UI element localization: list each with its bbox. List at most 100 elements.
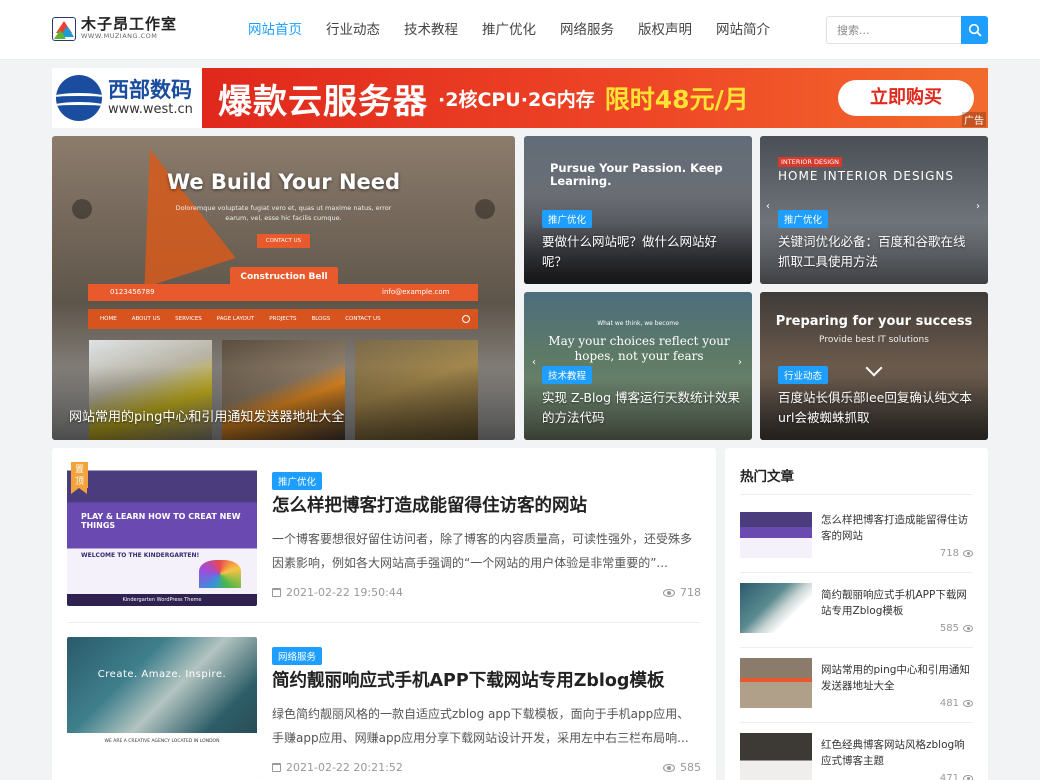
logo-text: 木子昂工作室 WWW.MUZIANG.COM xyxy=(81,16,177,41)
article-excerpt: 一个博客要想很好留住访问者，除了博客的内容质量高，可读性强外，还受殊多因素影响，… xyxy=(272,532,693,570)
article-title[interactable]: 怎么样把博客打造成能留得住访客的网站 xyxy=(272,492,587,517)
article-category-tag[interactable]: 推广优化 xyxy=(272,472,323,490)
ad-brand: 西部数码 www.west.cn xyxy=(52,68,202,128)
card-title[interactable]: 关键词优化必备：百度和谷歌在线抓取工具使用方法 xyxy=(778,232,976,272)
slider-image-contact-bar: 0123456789 info@example.com xyxy=(88,284,478,301)
slider-menu-item: SERVICES xyxy=(175,316,202,322)
ad-buy-button[interactable]: 立即购买 xyxy=(838,80,974,116)
site-logo[interactable]: 木子昂工作室 WWW.MUZIANG.COM xyxy=(52,16,177,41)
ad-price: 限时48元/月 xyxy=(604,85,749,114)
ad-banner[interactable]: 西部数码 www.west.cn 爆款云服务器 ·2核CPU·2G内存 限时48… xyxy=(52,68,988,128)
nav-item-home[interactable]: 网站首页 xyxy=(236,0,314,60)
article-date-text: 2021-02-22 19:50:44 xyxy=(286,586,403,599)
hot-article-title[interactable]: 怎么样把博客打造成能留得住访客的网站 xyxy=(821,512,973,544)
article-thumbnail[interactable]: Create. Amaze. Inspire. WE ARE A CREATIV… xyxy=(67,637,257,780)
article-views-count: 718 xyxy=(680,586,701,599)
ad-content: 爆款云服务器 ·2核CPU·2G内存 限时48元/月 立即购买 广告 xyxy=(202,68,988,128)
article-title[interactable]: 简约靓丽响应式手机APP下载网站专用Zblog模板 xyxy=(272,667,664,692)
slider-image-button: CONTACT US xyxy=(257,234,310,248)
thumb-image-footer: WE ARE A CREATIVE AGENCY LOCATED IN LOND… xyxy=(104,739,220,744)
hot-article-item[interactable]: 简约靓丽响应式手机APP下载网站专用Zblog模板 585 xyxy=(740,583,973,648)
card-image-text: HOME INTERIOR DESIGNS xyxy=(778,169,954,183)
pencils-graphic xyxy=(199,560,241,588)
hot-article-thumbnail[interactable] xyxy=(740,658,812,708)
hot-article-thumbnail[interactable] xyxy=(740,733,812,780)
calendar-icon xyxy=(272,763,281,772)
nav-item-industry[interactable]: 行业动态 xyxy=(314,0,392,60)
views-count: 471 xyxy=(939,773,959,780)
ad-specs: ·2核CPU·2G内存 xyxy=(438,88,595,111)
card-category-tag[interactable]: 技术教程 xyxy=(542,366,593,384)
hot-article-item[interactable]: 红色经典博客网站风格zblog响应式博客主题 471 xyxy=(740,733,973,780)
search-icon xyxy=(968,23,981,37)
chevron-right-icon: › xyxy=(738,357,742,368)
calendar-icon xyxy=(272,588,281,597)
card-category-tag[interactable]: 行业动态 xyxy=(778,366,829,384)
card-image-label: What we think, we become xyxy=(597,320,679,327)
thumb-image-subtext: WELCOME TO THE KINDERGARTEN! xyxy=(81,552,200,559)
article-category-tag[interactable]: 网络服务 xyxy=(272,647,323,665)
chevron-right-icon: › xyxy=(976,201,980,212)
slider-prev-button[interactable] xyxy=(72,199,92,219)
search-box xyxy=(826,16,988,44)
hot-article-thumbnail[interactable] xyxy=(740,583,812,633)
site-header: 木子昂工作室 WWW.MUZIANG.COM 网站首页 行业动态 技术教程 推广… xyxy=(0,0,1040,60)
card-title[interactable]: 要做什么网站呢？做什么网站好呢？ xyxy=(542,232,740,272)
eye-icon xyxy=(663,763,675,772)
featured-card[interactable]: Preparing for your success Provide best … xyxy=(760,292,988,440)
nav-item-copyright[interactable]: 版权声明 xyxy=(626,0,704,60)
card-image-subtext: Provide best IT solutions xyxy=(819,335,929,345)
chevron-down-icon xyxy=(865,359,883,377)
nav-item-about[interactable]: 网站简介 xyxy=(704,0,782,60)
hot-article-title[interactable]: 红色经典博客网站风格zblog响应式博客主题 xyxy=(821,737,973,769)
article-item: PLAY & LEARN HOW TO CREAT NEW THINGS WEL… xyxy=(67,462,701,623)
card-category-tag[interactable]: 推广优化 xyxy=(542,210,593,228)
article-date-text: 2021-02-22 20:21:52 xyxy=(286,761,403,774)
hot-article-item[interactable]: 怎么样把博客打造成能留得住访客的网站 718 xyxy=(740,508,973,573)
search-button[interactable] xyxy=(961,16,988,44)
thumb-image-text: Create. Amaze. Inspire. xyxy=(97,669,227,680)
nav-item-tutorials[interactable]: 技术教程 xyxy=(392,0,470,60)
card-image-text: Pursue Your Passion. Keep Learning. xyxy=(550,161,723,188)
slider-menu-item: CONTACT US xyxy=(345,316,381,322)
slider-caption[interactable]: 网站常用的ping中心和引用通知发送器地址大全 xyxy=(69,406,344,425)
article-date: 2021-02-22 19:50:44 xyxy=(272,586,403,599)
slider-menu-item: PAGE LAYOUT xyxy=(216,316,255,322)
card-category-tag[interactable]: 推广优化 xyxy=(778,210,829,228)
views-count: 718 xyxy=(939,548,959,559)
article-list: PLAY & LEARN HOW TO CREAT NEW THINGS WEL… xyxy=(52,448,716,780)
slider-next-button[interactable] xyxy=(475,199,495,219)
featured-card[interactable]: What we think, we become May your choice… xyxy=(524,292,752,440)
ad-brand-name: 西部数码 xyxy=(108,78,192,102)
article-views: 585 xyxy=(663,761,701,774)
chevron-left-icon: ‹ xyxy=(532,357,536,368)
eye-icon xyxy=(963,625,973,632)
card-title[interactable]: 百度站长俱乐部lee回复确认纯文本url会被蜘蛛抓取 xyxy=(778,388,976,428)
hot-article-item[interactable]: 网站常用的ping中心和引用通知发送器地址大全 481 xyxy=(740,658,973,723)
featured-card[interactable]: INTERIOR DESIGN HOME INTERIOR DESIGNS ‹ … xyxy=(760,136,988,284)
featured-card[interactable]: Pursue Your Passion. Keep Learning. 推广优化… xyxy=(524,136,752,284)
slider-overlay xyxy=(52,366,515,440)
nav-item-services[interactable]: 网络服务 xyxy=(548,0,626,60)
search-input[interactable] xyxy=(826,16,961,44)
article-views: 718 xyxy=(663,586,701,599)
article-thumbnail[interactable]: PLAY & LEARN HOW TO CREAT NEW THINGS WEL… xyxy=(67,462,257,606)
ad-brand-url: www.west.cn xyxy=(108,102,193,117)
card-image-text: May your choices reflect your hopes, not… xyxy=(548,334,730,363)
eye-icon xyxy=(963,550,973,557)
thumb-image-text: PLAY & LEARN HOW TO CREAT NEW THINGS xyxy=(81,512,241,530)
eye-icon xyxy=(963,700,973,707)
nav-item-seo[interactable]: 推广优化 xyxy=(470,0,548,60)
main-nav: 网站首页 行业动态 技术教程 推广优化 网络服务 版权声明 网站简介 xyxy=(236,0,782,60)
slider-image-email: info@example.com xyxy=(382,288,450,296)
card-image-text: Preparing for your success xyxy=(775,314,973,329)
hot-article-title[interactable]: 简约靓丽响应式手机APP下载网站专用Zblog模板 xyxy=(821,587,973,619)
card-title[interactable]: 实现 Z-Blog 博客运行天数统计效果的方法代码 xyxy=(542,388,740,428)
hot-article-title[interactable]: 网站常用的ping中心和引用通知发送器地址大全 xyxy=(821,662,973,694)
hot-article-thumbnail[interactable] xyxy=(740,508,812,558)
article-views-count: 585 xyxy=(680,761,701,774)
views-count: 481 xyxy=(939,698,959,709)
hot-article-views: 481 xyxy=(940,698,973,709)
slider-menu-item: ABOUT US xyxy=(131,316,161,322)
featured-slider[interactable]: We Build Your Need Doloremque voluptate … xyxy=(52,136,515,440)
